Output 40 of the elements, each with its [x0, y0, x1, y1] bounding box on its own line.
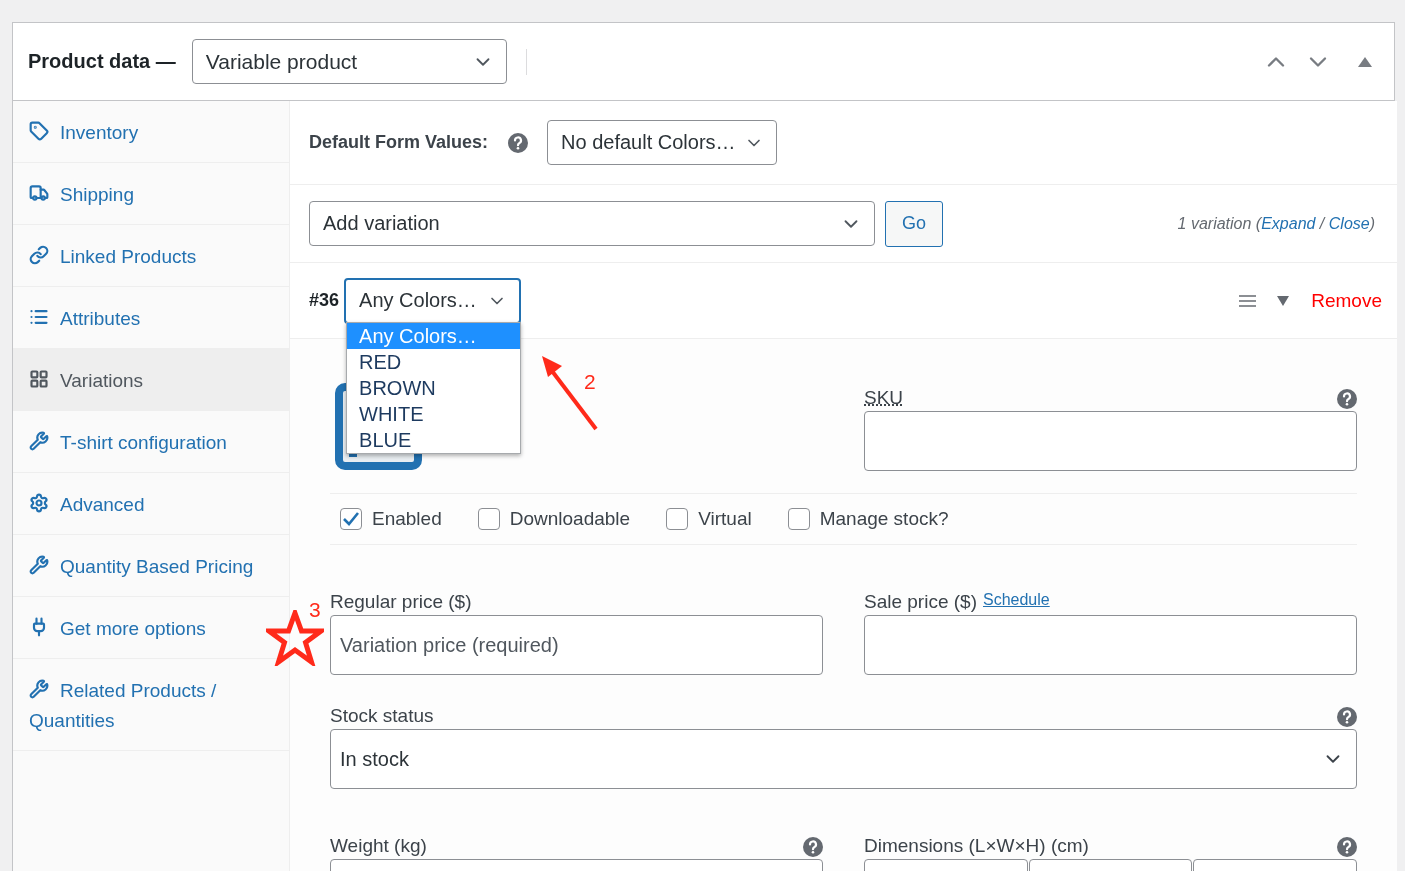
field-label: Weight (kg) [330, 835, 427, 857]
sidebar-item[interactable]: Quantity Based Pricing [13, 535, 289, 597]
sidebar-item[interactable]: Related Products / Quantities [13, 659, 289, 751]
go-button[interactable]: Go [885, 200, 943, 247]
sidebar-item[interactable]: Variations [13, 349, 289, 411]
checkbox-label: Manage stock? [819, 508, 949, 530]
stock-status-select[interactable]: In stock [330, 729, 1357, 789]
remove-link[interactable]: Remove [1311, 289, 1382, 312]
sidebar-item[interactable]: Advanced [13, 473, 289, 535]
field-label: Default Form Values: [309, 132, 489, 153]
attribute-select[interactable]: Any Colors… [344, 277, 522, 324]
variation-summary: 1 variation (Expand / Close) [1177, 214, 1375, 233]
field-label: Dimensions (L×W×H) (cm) [864, 835, 1089, 857]
sidebar-item[interactable]: Inventory [13, 101, 289, 163]
field-label: Sale price ($) [864, 591, 977, 613]
annotation-number: 3 [309, 598, 321, 622]
field-label: Stock status [330, 705, 434, 727]
annotation-number: 2 [584, 370, 596, 394]
price-field[interactable]: Variation price (required) [330, 615, 823, 675]
dropdown-option[interactable]: BROWN [347, 374, 521, 401]
sidebar-item[interactable]: T-shirt configuration [13, 411, 289, 473]
dropdown-option[interactable]: Any Colors… [347, 322, 521, 349]
dropdown-option[interactable]: RED [347, 348, 521, 375]
dropdown-option[interactable]: WHITE [347, 400, 521, 427]
default-value-select[interactable]: No default Colors… [547, 120, 778, 165]
expand-link[interactable]: Expand [1261, 214, 1316, 232]
sidebar-item[interactable]: Get more options [13, 597, 289, 659]
schedule-link[interactable]: Schedule [983, 591, 1050, 613]
sidebar-item[interactable]: Linked Products [13, 225, 289, 287]
dropdown-option[interactable]: BLUE [347, 426, 521, 453]
checkbox-label: Downloadable [509, 508, 631, 530]
panel-title: Product data — [28, 50, 176, 73]
variation-number: #36 [309, 290, 340, 311]
checkbox-label: Enabled [372, 508, 442, 530]
sku-label: SKU [864, 387, 904, 409]
add-variation-select[interactable]: Add variation [309, 201, 875, 246]
product-type-select[interactable]: Variable product [191, 39, 507, 84]
sidebar-item[interactable]: Shipping [13, 163, 289, 225]
checkbox-label: Virtual [698, 508, 752, 530]
field-label: Regular price ($) [330, 591, 472, 613]
